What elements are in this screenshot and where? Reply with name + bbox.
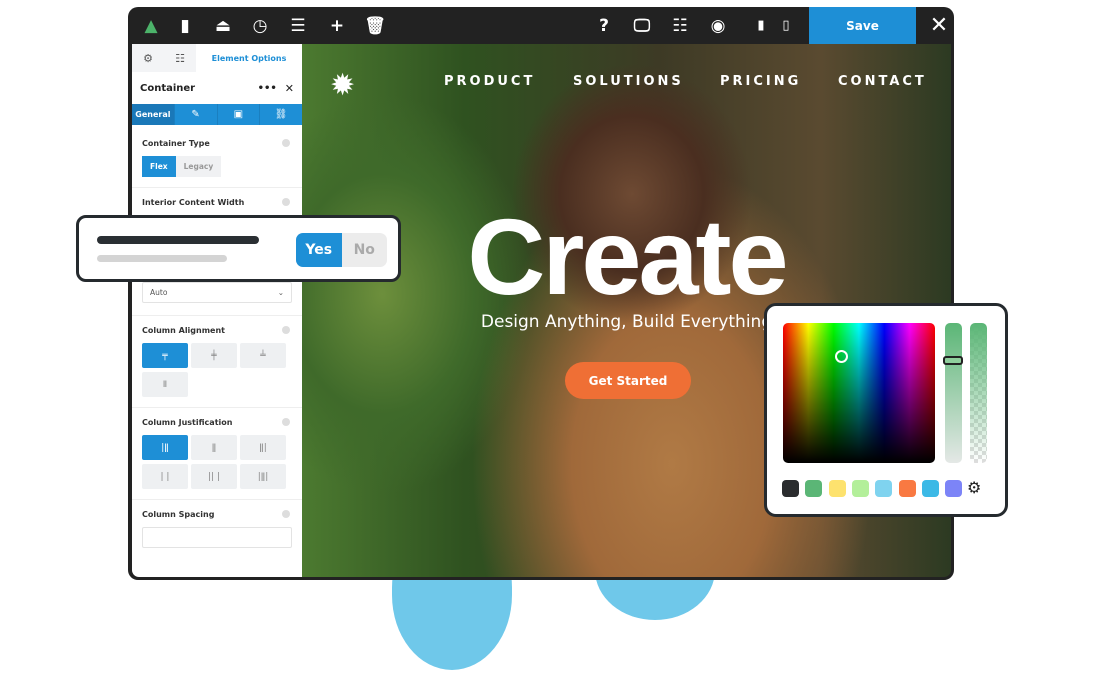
brush-icon[interactable]: ✎ <box>173 104 217 125</box>
eye-icon[interactable]: ◉ <box>703 7 733 44</box>
tab-element-options[interactable]: Element Options <box>196 44 302 72</box>
nav-product[interactable]: PRODUCT <box>444 74 535 89</box>
yes-no-toggle[interactable]: Yes No <box>296 233 387 267</box>
color-swatch[interactable] <box>851 480 869 497</box>
close-icon[interactable]: ✕ <box>924 7 954 44</box>
help-icon[interactable] <box>282 198 290 206</box>
page-outline-icon[interactable]: ▯ <box>771 7 801 44</box>
sidebar-icon[interactable]: ▮ <box>170 7 200 44</box>
color-handle[interactable] <box>835 350 848 363</box>
help-icon[interactable] <box>282 139 290 147</box>
color-swatch[interactable] <box>805 480 823 497</box>
toggle-popup: Yes No <box>76 215 401 282</box>
color-swatch[interactable] <box>828 480 846 497</box>
color-swatch[interactable] <box>875 480 893 497</box>
toggle-icon[interactable]: ☰ <box>283 7 313 44</box>
justify-end-icon[interactable]: ǁ| <box>240 435 286 460</box>
container-type-label: Container Type <box>142 139 210 148</box>
help-icon[interactable] <box>282 418 290 426</box>
justify-between-icon[interactable]: | | <box>142 464 188 489</box>
opacity-slider[interactable] <box>970 323 987 463</box>
column-spacing-label: Column Spacing <box>142 510 215 519</box>
hue-slider[interactable] <box>943 323 963 463</box>
select-value: Auto <box>150 288 168 297</box>
help-icon[interactable] <box>282 510 290 518</box>
slider-handle[interactable] <box>943 356 963 365</box>
color-swatch[interactable] <box>921 480 939 497</box>
interior-width-select[interactable]: Auto ⌄ <box>142 282 292 303</box>
gear-icon[interactable]: ⚙ <box>967 478 981 497</box>
color-swatch[interactable] <box>898 480 916 497</box>
chevron-down-icon: ⌄ <box>277 288 284 297</box>
nav-contact[interactable]: CONTACT <box>838 74 927 89</box>
close-icon[interactable]: ✕ <box>285 82 294 95</box>
gear-icon[interactable]: ⚙ <box>132 44 164 72</box>
color-picker: ⚙ <box>764 303 1008 517</box>
placeholder-bar <box>97 255 227 262</box>
color-swatch[interactable] <box>782 480 799 497</box>
nav-solutions[interactable]: SOLUTIONS <box>573 74 684 89</box>
justify-center-icon[interactable]: ǁ <box>191 435 237 460</box>
saturation-area[interactable] <box>783 323 935 463</box>
logo-icon[interactable]: ▲ <box>136 7 166 44</box>
option-legacy[interactable]: Legacy <box>175 156 222 177</box>
align-bottom-icon[interactable]: ╧ <box>240 343 286 368</box>
more-icon[interactable]: ••• <box>258 83 277 94</box>
option-flex[interactable]: Flex <box>142 156 176 177</box>
sidebar: ⚙ ☷ Element Options Container ••• ✕ Gene… <box>132 44 302 577</box>
element-title: Container <box>140 82 196 94</box>
layers-icon[interactable]: ▣ <box>216 104 260 125</box>
link-icon[interactable]: ⛓ <box>259 104 302 125</box>
desktop-icon[interactable]: 🖵 <box>627 7 657 44</box>
sliders-icon[interactable]: ☷ <box>164 44 196 72</box>
sun-logo-icon[interactable]: ✹ <box>330 68 355 103</box>
get-started-button[interactable]: Get Started <box>565 362 691 399</box>
nav-pricing[interactable]: PRICING <box>720 74 801 89</box>
plus-icon[interactable]: + <box>322 7 352 44</box>
align-top-icon[interactable]: ╤ <box>142 343 188 368</box>
align-center-icon[interactable]: ╪ <box>191 343 237 368</box>
justify-evenly-icon[interactable]: |ǁ| <box>240 464 286 489</box>
column-alignment-label: Column Alignment <box>142 326 225 335</box>
justify-around-icon[interactable]: || | <box>191 464 237 489</box>
toolbar: ▲ ▮ ⏏ ◷ ☰ + 🗑 ? 🖵 ☷ ◉ ▮ ▯ Save ✕ <box>128 7 954 44</box>
help-icon[interactable]: ? <box>589 7 619 44</box>
history-icon[interactable]: ◷ <box>245 7 275 44</box>
column-spacing-input[interactable] <box>142 527 292 548</box>
layout-icon[interactable]: ☷ <box>665 7 695 44</box>
trash-icon[interactable]: 🗑 <box>360 7 390 44</box>
align-stretch-icon[interactable]: Ⅱ <box>142 372 188 397</box>
no-option[interactable]: No <box>341 233 387 267</box>
placeholder-bar <box>97 236 259 244</box>
save-button[interactable]: Save <box>809 7 916 44</box>
interior-width-label: Interior Content Width <box>142 198 245 207</box>
yes-option[interactable]: Yes <box>296 233 342 267</box>
drive-icon[interactable]: ⏏ <box>208 7 238 44</box>
column-justification-label: Column Justification <box>142 418 233 427</box>
help-icon[interactable] <box>282 326 290 334</box>
color-swatch[interactable] <box>945 480 963 497</box>
tab-general[interactable]: General <box>132 104 174 125</box>
justify-start-icon[interactable]: |ǁ <box>142 435 188 460</box>
